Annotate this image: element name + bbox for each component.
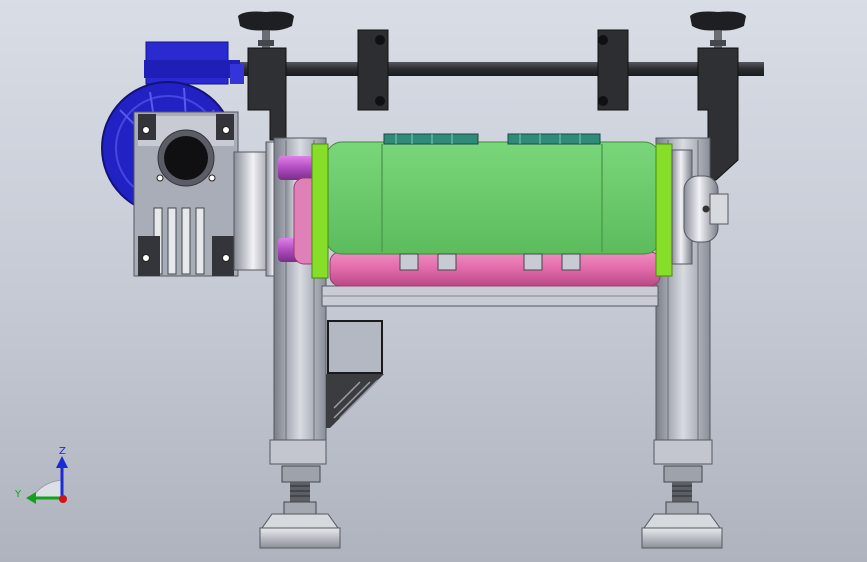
left-side-plate (311, 143, 329, 279)
axis-triad: Z Y (14, 446, 68, 504)
guide-shaft (236, 62, 764, 76)
green-roller (325, 141, 661, 255)
left-clamp-bracket (247, 47, 287, 141)
sensor-bracket (327, 320, 383, 374)
y-axis-arrow (26, 492, 36, 504)
left-leveling-foot (259, 465, 341, 549)
left-shaft-collar (357, 29, 389, 111)
x-axis-dot (59, 495, 67, 503)
top-guide-strip-left (383, 133, 479, 145)
z-axis-label: Z (59, 446, 66, 457)
y-axis-label: Y (14, 489, 22, 500)
roller-assembly (278, 133, 673, 287)
z-axis-arrow (56, 456, 68, 468)
right-foot-pad (641, 527, 723, 549)
left-foot-pad (259, 527, 341, 549)
pink-roller (329, 251, 661, 287)
upper-drive-sleeve (278, 156, 314, 180)
cad-viewport[interactable]: Z Y (0, 0, 867, 562)
right-knob (690, 11, 746, 50)
assembly-drawing: Z Y (14, 11, 764, 549)
right-leveling-foot (641, 465, 723, 549)
top-guide-strip-right (507, 133, 601, 145)
left-knob (238, 11, 294, 50)
right-shaft-collar (597, 29, 629, 111)
right-side-plate (655, 143, 673, 277)
triad-base (31, 479, 63, 499)
